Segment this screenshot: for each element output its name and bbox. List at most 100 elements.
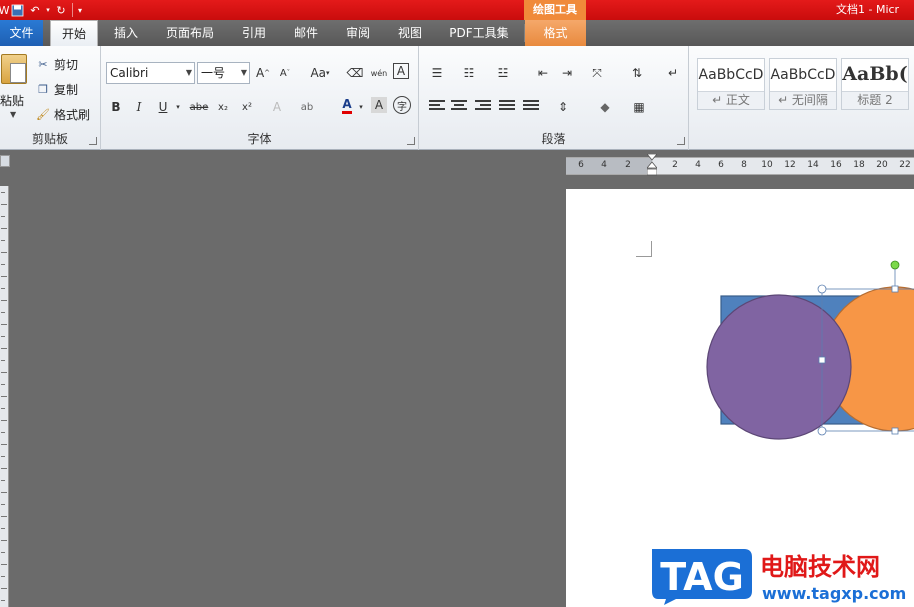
vertical-ruler-tick (1, 468, 7, 469)
undo-dropdown-icon[interactable]: ▾ (44, 1, 52, 19)
tab-format[interactable]: 格式 (525, 20, 586, 46)
underline-icon[interactable]: U (153, 97, 173, 117)
copy-icon: ❐ (38, 83, 48, 96)
align-center-icon[interactable] (451, 100, 467, 114)
shading-icon[interactable]: ◆ (595, 97, 615, 117)
paragraph-dialog-launcher-icon[interactable] (677, 137, 685, 145)
style-normal[interactable]: AaBbCcD ↵ 正文 (697, 58, 765, 110)
paste-icon[interactable] (1, 54, 27, 84)
font-name-select[interactable]: Calibri ▼ (106, 62, 195, 84)
vertical-ruler-tick (1, 564, 7, 565)
style-sample: AaBb( (842, 63, 908, 85)
align-right-icon[interactable] (475, 100, 491, 114)
tab-insert[interactable]: 插入 (104, 20, 148, 46)
align-left-icon[interactable] (429, 100, 445, 114)
purple-circle-shape[interactable] (706, 294, 852, 440)
borders-icon[interactable]: ▦ (629, 97, 649, 117)
show-marks-icon[interactable]: ↵ (663, 63, 683, 83)
superscript-icon[interactable]: x² (237, 97, 257, 117)
font-dialog-launcher-icon[interactable] (407, 137, 415, 145)
sort-icon[interactable]: ⇅ (627, 63, 647, 83)
bullets-icon[interactable]: ☰ (427, 63, 447, 83)
cut-button[interactable]: ✂ 剪切 (36, 56, 78, 73)
ruler-tick: 18 (853, 160, 865, 170)
tab-mailings[interactable]: 邮件 (284, 20, 328, 46)
indent-marker-icon[interactable] (647, 154, 657, 176)
vertical-ruler-tick (1, 228, 7, 229)
subscript-icon[interactable]: x₂ (213, 97, 233, 117)
italic-icon[interactable]: I (129, 97, 149, 117)
format-painter-button[interactable]: 🖌 格式刷 (36, 106, 90, 123)
vertical-ruler-tick (1, 192, 5, 193)
decrease-indent-icon[interactable]: ⇤ (533, 63, 553, 83)
bold-icon[interactable]: B (106, 97, 126, 117)
numbering-icon[interactable]: ☷ (459, 63, 479, 83)
shrink-font-icon[interactable]: Aˇ (275, 63, 295, 83)
vertical-ruler-tick (1, 432, 5, 433)
vertical-ruler-tick (1, 492, 7, 493)
highlight-color-icon[interactable]: ab (297, 97, 317, 117)
save-icon[interactable] (8, 1, 26, 19)
paste-dropdown-icon[interactable]: ▼ (10, 110, 16, 119)
character-border-icon[interactable]: A (393, 63, 409, 79)
ruler-tick: 20 (876, 160, 888, 170)
tagxp-watermark-logo: TAG 电脑技术网 www.tagxp.com (646, 545, 914, 607)
rotation-handle[interactable] (890, 260, 900, 270)
ruler-tick: 10 (761, 160, 773, 170)
enclose-characters-icon[interactable]: 字 (393, 96, 411, 114)
font-color-icon[interactable]: A (337, 95, 357, 115)
style-heading-2[interactable]: AaBb( 标题 2 (841, 58, 909, 110)
resize-handle-top-left[interactable] (817, 284, 827, 294)
tab-selector[interactable] (0, 155, 10, 167)
tab-pdf-tools[interactable]: PDF工具集 (442, 20, 516, 46)
style-no-spacing[interactable]: AaBbCcD ↵ 无间隔 (769, 58, 837, 110)
font-color-dropdown-icon[interactable]: ▾ (356, 97, 366, 117)
tab-references[interactable]: 引用 (232, 20, 276, 46)
grow-font-icon[interactable]: A ^ (253, 63, 273, 83)
customize-qat-icon[interactable]: ▾ (75, 1, 85, 19)
justify-icon[interactable] (499, 100, 515, 114)
tab-page-layout[interactable]: 页面布局 (158, 20, 222, 46)
redo-icon[interactable]: ↻ (52, 1, 70, 19)
tab-file[interactable]: 文件 (0, 20, 43, 46)
tab-review[interactable]: 审阅 (336, 20, 380, 46)
resize-handle-bottom-left[interactable] (817, 426, 827, 436)
horizontal-ruler[interactable]: 6 4 2 2 4 6 8 10 12 14 16 18 20 22 (566, 157, 914, 175)
quick-access-toolbar: W ↶ ▾ ↻ ▾ (0, 0, 85, 20)
resize-handle-left[interactable] (818, 356, 826, 364)
tab-home[interactable]: 开始 (50, 20, 98, 47)
distributed-icon[interactable] (523, 100, 539, 114)
change-case-icon[interactable]: Aa ▾ (307, 63, 333, 83)
character-shading-icon[interactable]: A (371, 97, 387, 113)
vertical-ruler-tick (1, 516, 7, 517)
resize-handle-bottom[interactable] (891, 427, 899, 435)
logo-tag-text: TAG (660, 555, 744, 599)
copy-label: 复制 (54, 83, 79, 97)
line-spacing-icon[interactable]: ⇕ (553, 97, 573, 117)
phonetic-guide-icon[interactable]: wén (369, 63, 389, 83)
vertical-ruler[interactable] (0, 186, 9, 607)
resize-handle-top[interactable] (891, 285, 899, 293)
vertical-ruler-tick (1, 360, 5, 361)
vertical-ruler-tick (1, 312, 5, 313)
text-effects-icon[interactable]: A (267, 97, 287, 117)
strikethrough-icon[interactable]: abe (189, 97, 209, 117)
style-name: ↵ 无间隔 (770, 91, 836, 109)
vertical-ruler-tick (1, 552, 5, 553)
font-size-select[interactable]: 一号 ▼ (197, 62, 250, 84)
cut-label: 剪切 (54, 58, 79, 72)
undo-icon[interactable]: ↶ (26, 1, 44, 19)
clipboard-dialog-launcher-icon[interactable] (89, 137, 97, 145)
ruler-tick: 16 (830, 160, 842, 170)
increase-indent-icon[interactable]: ⇥ (557, 63, 577, 83)
paste-button[interactable]: 粘贴 (0, 92, 24, 109)
chinese-layout-icon[interactable]: ⤧ (587, 63, 607, 83)
tab-view[interactable]: 视图 (388, 20, 432, 46)
clear-formatting-icon[interactable]: ⌫ (345, 63, 365, 83)
copy-button[interactable]: ❐ 复制 (36, 81, 78, 98)
multilevel-list-icon[interactable]: ☳ (493, 63, 513, 83)
underline-dropdown-icon[interactable]: ▾ (173, 97, 183, 117)
ruler-tick: 4 (695, 160, 701, 170)
vertical-ruler-tick (1, 300, 7, 301)
word-logo-icon[interactable]: W (0, 1, 9, 19)
